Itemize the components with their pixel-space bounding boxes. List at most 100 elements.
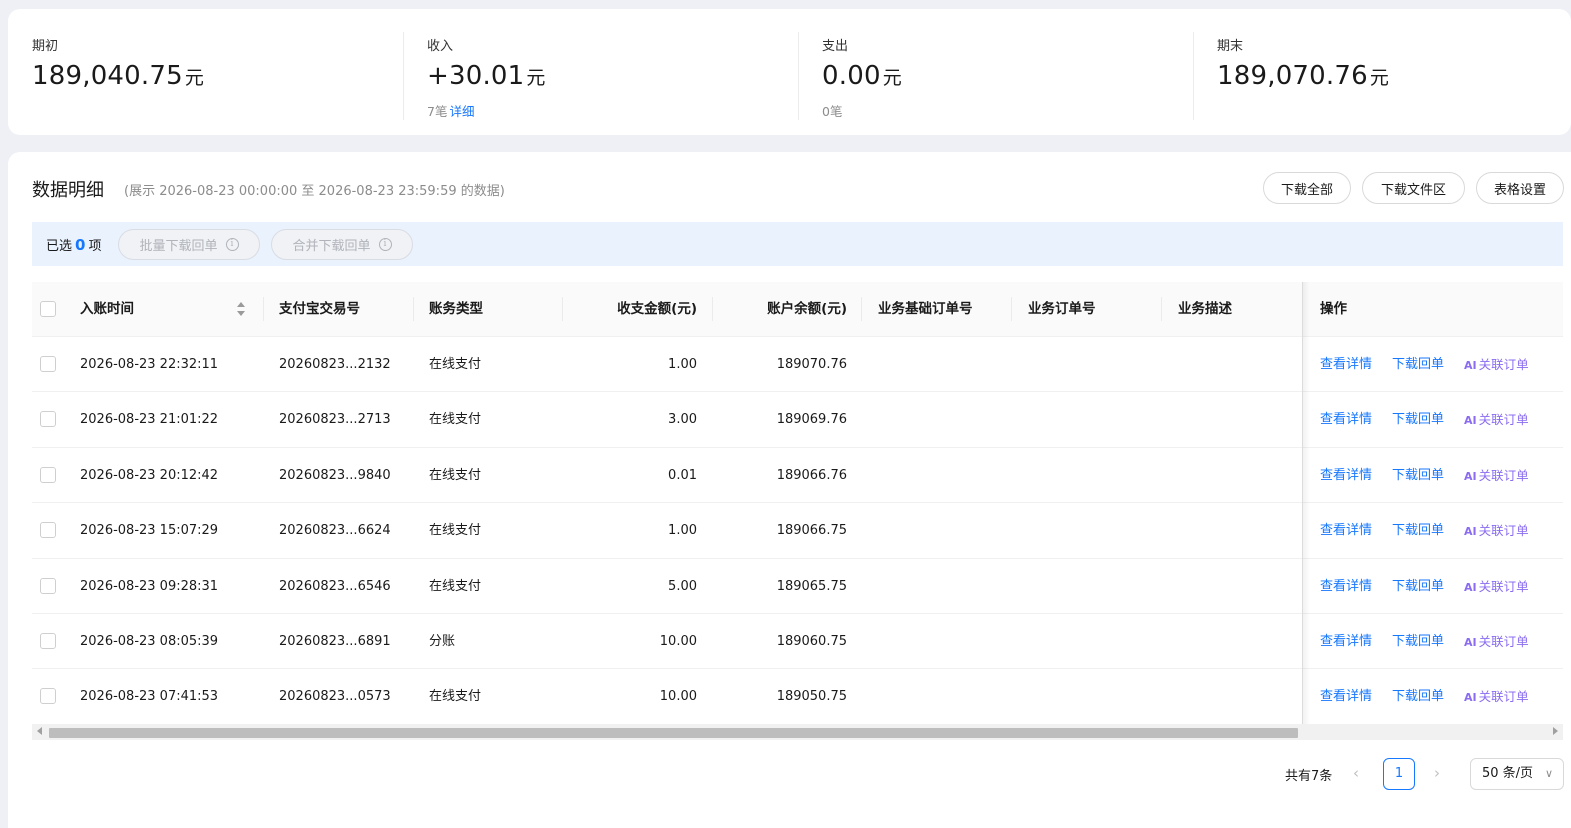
link-order-link[interactable]: AI 关联订单 <box>1464 448 1529 503</box>
total-count: 共有7条 <box>1285 769 1333 784</box>
view-detail-link[interactable]: 查看详情 <box>1320 669 1372 724</box>
cell-type: 在线支付 <box>429 523 482 539</box>
ai-icon: AI <box>1464 359 1477 372</box>
download-receipt-link[interactable]: 下载回单 <box>1392 448 1444 503</box>
view-detail-link[interactable]: 查看详情 <box>1320 559 1372 614</box>
scroll-right-icon[interactable] <box>1553 727 1558 735</box>
row-checkbox[interactable] <box>40 633 56 649</box>
download-receipt-link[interactable]: 下载回单 <box>1392 337 1444 392</box>
divider <box>798 32 799 120</box>
stat-value: 189,070.76 元 <box>1217 61 1389 91</box>
sort-icon[interactable] <box>237 302 245 318</box>
column-separator <box>1161 297 1162 321</box>
download-receipt-link[interactable]: 下载回单 <box>1392 503 1444 558</box>
cell-balance: 189069.76 <box>776 412 847 428</box>
table-row: 2026-08-23 22:32:11 20260823...2132 在线支付 1.… <box>32 337 1563 393</box>
row-checkbox[interactable] <box>40 688 56 705</box>
next-page-icon[interactable]: › <box>1434 764 1440 782</box>
download-receipt-link[interactable]: 下载回单 <box>1392 392 1444 447</box>
col-base-order: 业务基础订单号 <box>878 301 973 317</box>
cell-amount: 10.00 <box>659 689 697 705</box>
link-order-link[interactable]: AI 关联订单 <box>1464 669 1529 724</box>
info-icon[interactable]: i <box>225 238 239 251</box>
link-order-link[interactable]: AI 关联订单 <box>1464 392 1529 447</box>
stat-value: 0.00 元 <box>822 61 902 91</box>
stat-label: 收入 <box>427 39 454 54</box>
info-icon[interactable]: i <box>378 238 392 251</box>
cell-time: 2026-08-23 20:12:42 <box>80 467 219 483</box>
download-receipt-link[interactable]: 下载回单 <box>1392 614 1444 669</box>
cell-amount: 1.00 <box>668 523 697 539</box>
row-checkbox[interactable] <box>40 577 56 594</box>
col-trade-no: 支付宝交易号 <box>279 301 360 317</box>
link-order-label: 关联订单 <box>1478 578 1529 594</box>
table-row: 2026-08-23 09:28:31 20260823...6546 在线支付 5.… <box>32 558 1563 614</box>
cell-trade-no: 20260823...2132 <box>279 357 391 372</box>
stat-amount: +30.01 <box>427 61 525 91</box>
ai-icon: AI <box>1464 414 1477 428</box>
selection-bar: 已选 0 项 批量下载回单 i 合并下载回单 i <box>32 222 1563 266</box>
summary-card: 期初 189,040.75 元 收入 +30.01 元 7笔 详细 支出 0.00 元 … <box>8 9 1571 135</box>
table-header: 入账时间 支付宝交易号 账务类型 收支金额(元) 账户余额(元) 业务基础订单号… <box>32 282 1563 337</box>
view-detail-link[interactable]: 查看详情 <box>1320 448 1372 503</box>
horizontal-scrollbar[interactable] <box>32 724 1563 740</box>
stat-sub: 0笔 <box>822 101 842 120</box>
cell-balance: 189066.76 <box>776 467 847 483</box>
page-size-select[interactable]: 50 条/页 ∨ <box>1470 758 1564 790</box>
link-order-label: 关联订单 <box>1478 467 1529 483</box>
income-detail-link[interactable]: 详细 <box>449 104 474 119</box>
stat-amount: 189,070.76 <box>1217 61 1368 91</box>
cell-amount: 3.00 <box>668 412 697 428</box>
row-checkbox[interactable] <box>40 411 56 428</box>
table-row: 2026-08-23 07:41:53 20260823...0573 在线支付 10… <box>32 669 1563 725</box>
row-checkbox[interactable] <box>40 466 56 483</box>
scroll-left-icon[interactable] <box>37 727 42 735</box>
selection-suffix: 项 <box>88 239 102 254</box>
row-checkbox[interactable] <box>40 356 56 372</box>
link-order-link[interactable]: AI 关联订单 <box>1464 503 1529 558</box>
ai-icon: AI <box>1464 580 1477 594</box>
transactions-table: 入账时间 支付宝交易号 账务类型 收支金额(元) 账户余额(元) 业务基础订单号… <box>32 282 1563 740</box>
link-order-label: 关联订单 <box>1478 523 1529 539</box>
ai-icon: AI <box>1464 691 1477 705</box>
cell-balance: 189050.75 <box>776 689 847 705</box>
download-receipt-link[interactable]: 下载回单 <box>1392 669 1444 724</box>
column-separator <box>1011 297 1012 321</box>
ai-icon: AI <box>1464 469 1477 483</box>
column-separator <box>712 297 713 321</box>
col-desc: 业务描述 <box>1178 301 1232 317</box>
view-detail-link[interactable]: 查看详情 <box>1320 614 1372 669</box>
download-all-button[interactable]: 下载全部 <box>1263 172 1351 204</box>
link-order-link[interactable]: AI 关联订单 <box>1464 614 1529 669</box>
divider <box>403 32 404 120</box>
date-range-text: (展示 2026-08-23 00:00:00 至 2026-08-23 23:… <box>124 184 505 199</box>
scrollbar-thumb[interactable] <box>49 728 1298 738</box>
prev-page-icon[interactable]: ‹ <box>1353 764 1359 782</box>
select-all-checkbox[interactable] <box>40 301 56 317</box>
page-size-value: 50 条/页 <box>1482 766 1534 781</box>
view-detail-link[interactable]: 查看详情 <box>1320 503 1372 558</box>
stat-unit: 元 <box>1369 67 1390 89</box>
batch-download-button[interactable]: 批量下载回单 i <box>118 229 260 260</box>
cell-amount: 0.01 <box>668 467 697 483</box>
link-order-link[interactable]: AI 关联订单 <box>1464 337 1529 392</box>
table-settings-button[interactable]: 表格设置 <box>1476 172 1564 204</box>
col-balance: 账户余额(元) <box>767 301 847 317</box>
stat-count: 0笔 <box>822 104 843 119</box>
selected-count: 0 <box>75 236 86 254</box>
merge-download-button[interactable]: 合并下载回单 i <box>271 229 413 260</box>
stat-label: 支出 <box>822 39 849 54</box>
row-checkbox[interactable] <box>40 522 56 539</box>
cell-amount: 10.00 <box>659 634 697 649</box>
page-button-current[interactable]: 1 <box>1383 758 1415 790</box>
cell-time: 2026-08-23 08:05:39 <box>80 634 219 649</box>
link-order-label: 关联订单 <box>1478 634 1529 649</box>
view-detail-link[interactable]: 查看详情 <box>1320 392 1372 447</box>
link-order-link[interactable]: AI 关联订单 <box>1464 559 1529 614</box>
view-detail-link[interactable]: 查看详情 <box>1320 337 1372 392</box>
download-receipt-link[interactable]: 下载回单 <box>1392 559 1444 614</box>
fixed-column-divider <box>1302 282 1303 740</box>
cell-balance: 189066.75 <box>776 523 847 539</box>
cell-amount: 5.00 <box>668 578 697 594</box>
download-folder-button[interactable]: 下载文件区 <box>1362 172 1465 204</box>
